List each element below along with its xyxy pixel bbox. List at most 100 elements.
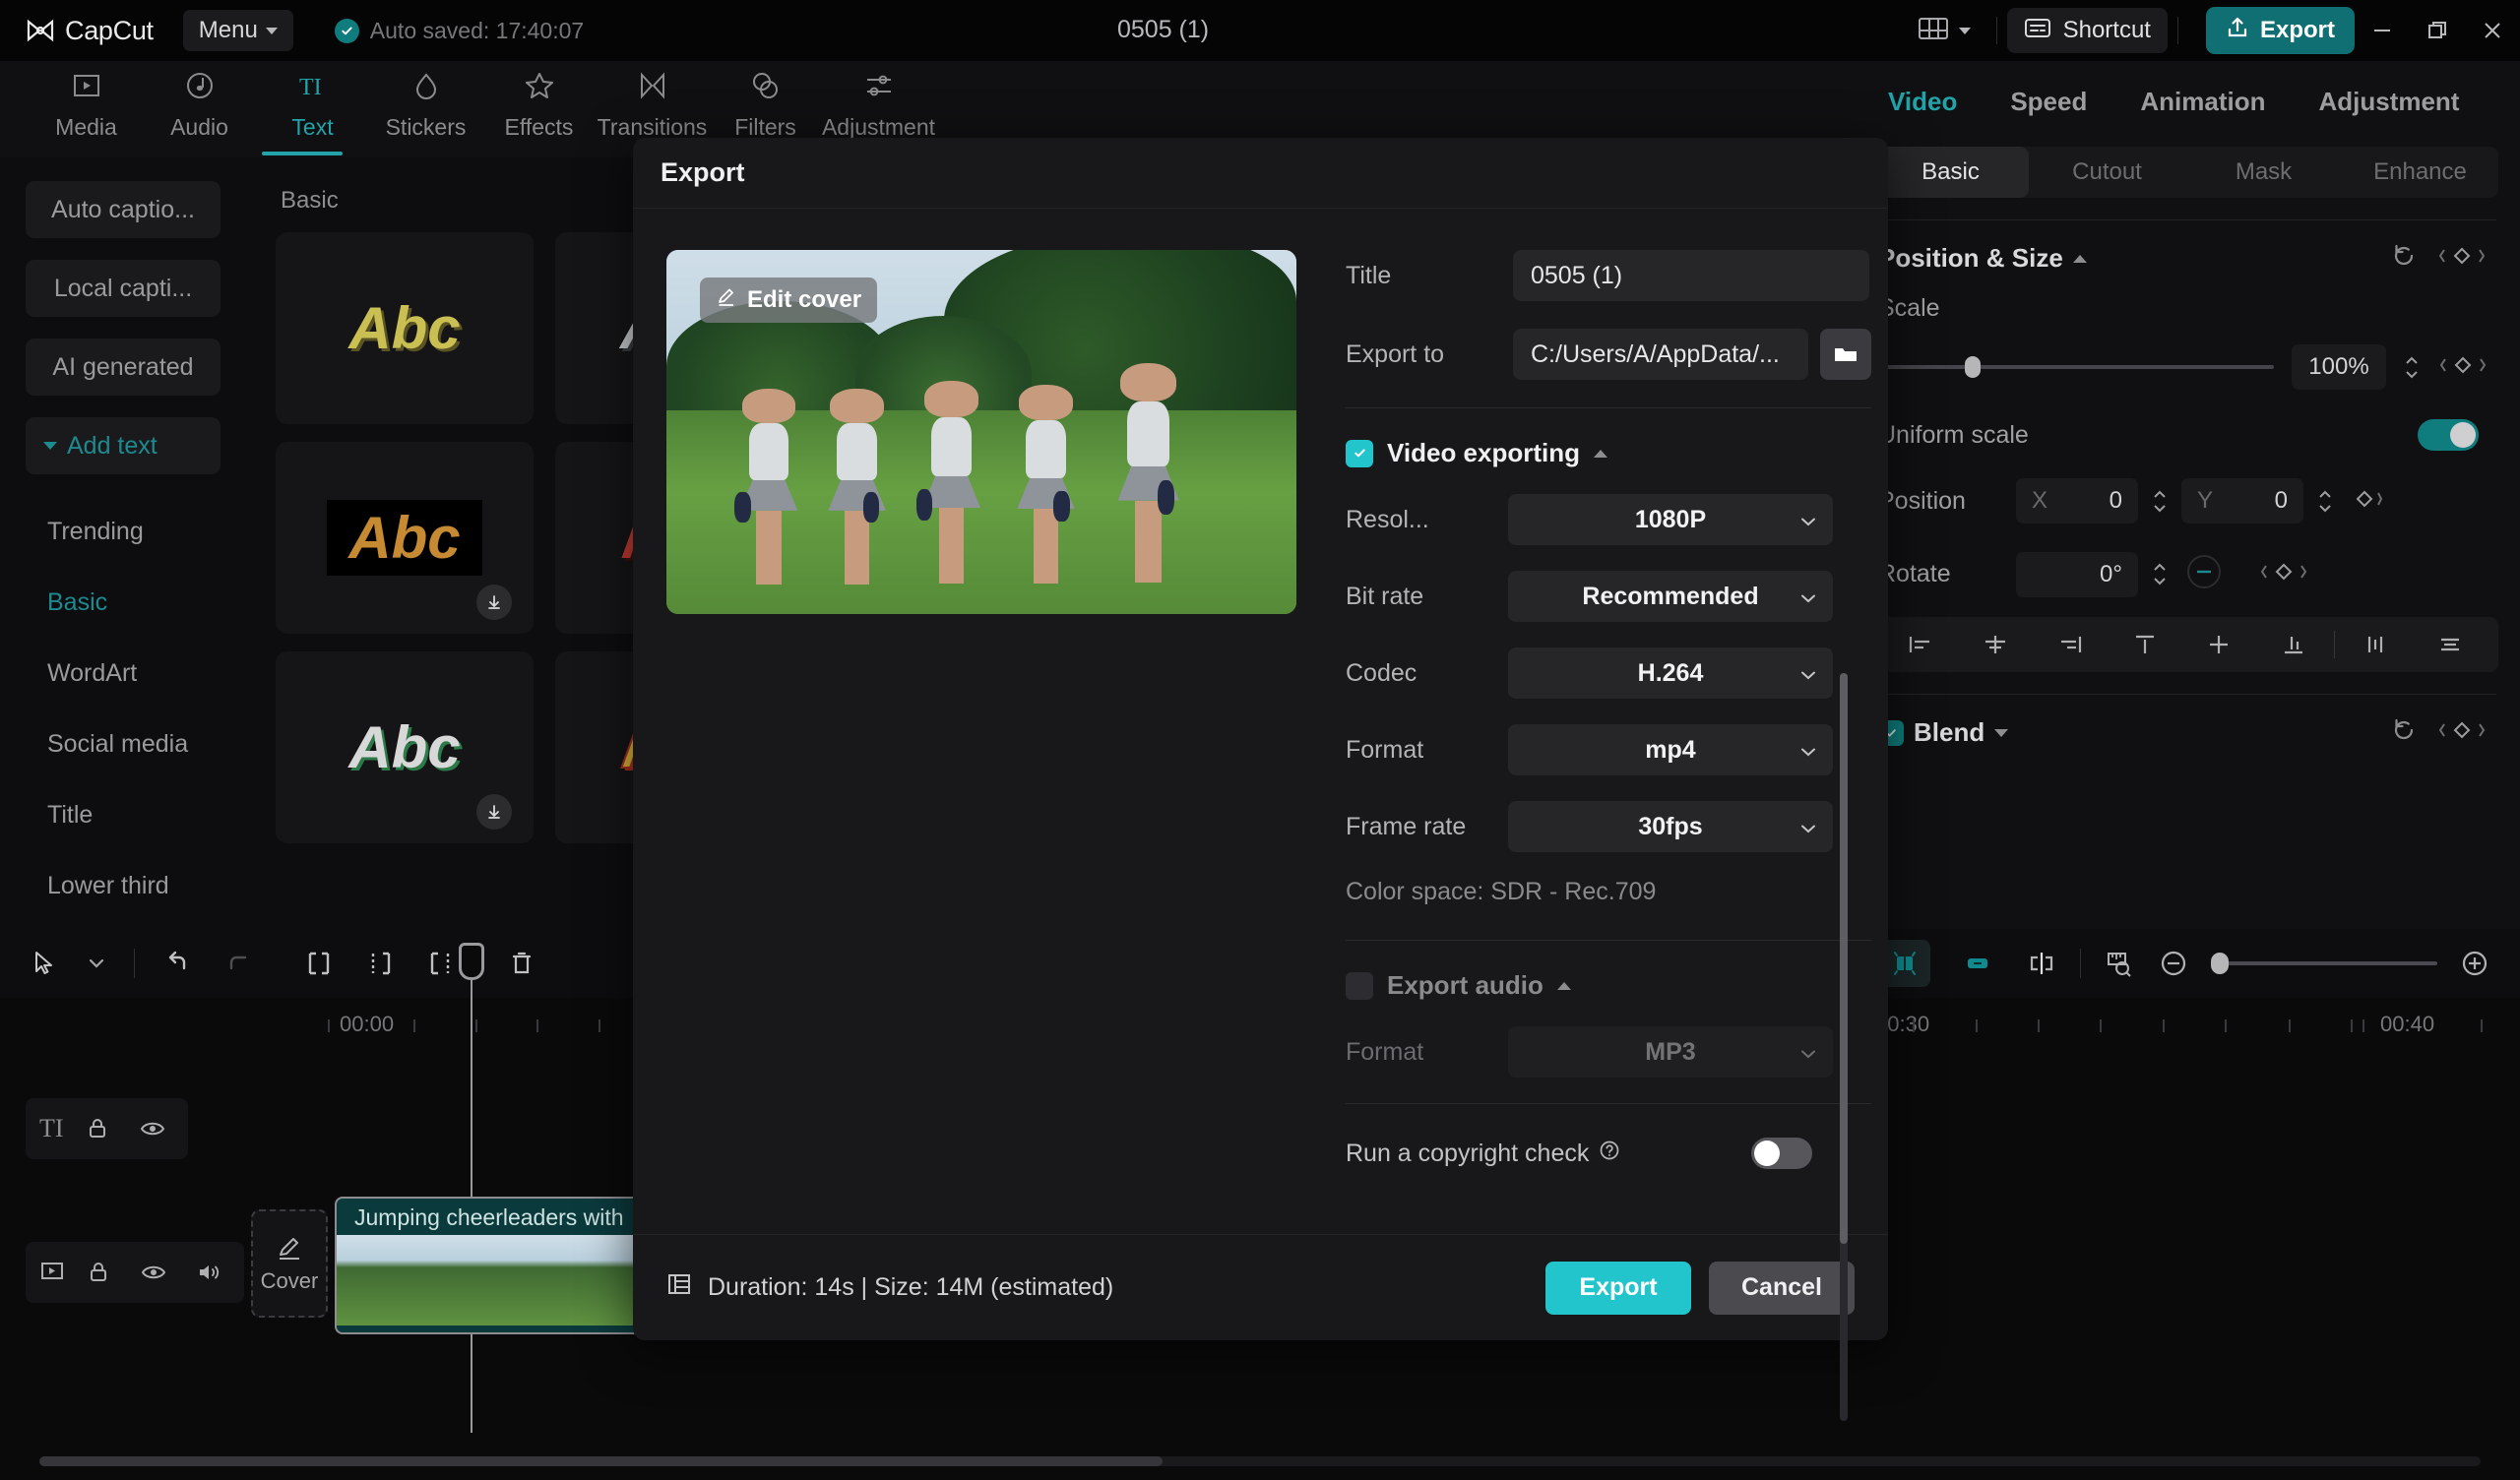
sidebar-item-lower-third[interactable]: Lower third [0,850,246,921]
format-select[interactable]: mp4 [1508,724,1833,775]
maximize-button[interactable] [2410,0,2465,61]
dialog-scrollbar[interactable] [1840,673,1848,1421]
menu-button[interactable]: Menu [183,10,293,51]
chevron-up-icon[interactable] [2073,255,2087,263]
scale-slider[interactable] [1878,365,2274,369]
sidebar-button-add-text[interactable]: Add text [26,417,220,474]
eye-icon[interactable] [131,1107,174,1150]
volume-icon[interactable] [187,1251,230,1294]
timeline-horizontal-scrollbar[interactable] [39,1456,2481,1466]
subtab-basic[interactable]: Basic [1872,147,2029,198]
link-icon[interactable] [1952,940,2003,987]
position-x-stepper[interactable] [2152,490,2168,513]
sidebar-item-trending[interactable]: Trending [0,496,246,567]
delete-icon[interactable] [507,949,536,978]
mirror-split-icon[interactable] [2025,949,2058,978]
shortcut-button[interactable]: Shortcut [2007,8,2168,53]
template-card[interactable]: Abc [276,232,534,424]
cancel-button[interactable]: Cancel [1709,1262,1855,1315]
cover-chip[interactable]: Cover [251,1209,328,1318]
trim-right-icon[interactable] [424,949,458,978]
align-left-icon[interactable] [1886,632,1955,657]
subtab-cutout[interactable]: Cutout [2029,147,2185,198]
scrollbar-thumb[interactable] [1840,673,1848,1244]
keyframe-diamond-icon[interactable] [2435,242,2488,275]
scrollbar-thumb[interactable] [39,1456,1163,1466]
lock-icon[interactable] [77,1251,120,1294]
folder-icon[interactable] [1820,329,1871,380]
bitrate-select[interactable]: Recommended [1508,571,1833,622]
zoom-out-icon[interactable] [2158,948,2189,979]
chevron-down-icon[interactable] [87,956,106,970]
tab-audio[interactable]: Audio [143,61,256,141]
align-right-icon[interactable] [2036,632,2105,657]
keyframe-diamond-icon[interactable] [2437,351,2488,384]
eye-icon[interactable] [132,1251,175,1294]
tab-adjustment[interactable]: Adjustment [822,61,935,141]
sidebar-item-title[interactable]: Title [0,779,246,850]
tab-speed[interactable]: Speed [2010,87,2087,117]
resolution-select[interactable]: 1080P [1508,494,1833,545]
align-middle-vertical-icon[interactable] [2185,632,2254,657]
rotate-value[interactable]: 0° [2016,552,2138,597]
zoom-slider[interactable] [2211,961,2437,965]
position-y-field[interactable]: Y 0 [2181,478,2303,524]
framerate-select[interactable]: 30fps [1508,801,1833,852]
align-bottom-icon[interactable] [2259,632,2328,657]
template-card[interactable]: Abc [276,442,534,634]
tab-stickers[interactable]: Stickers [369,61,482,141]
layout-switcher-button[interactable] [1902,16,1986,46]
chevron-up-icon[interactable] [1557,982,1571,990]
audio-format-select[interactable]: MP3 [1508,1026,1833,1078]
scale-stepper[interactable] [2404,356,2420,379]
tab-video[interactable]: Video [1888,87,1957,117]
redo-icon[interactable] [221,949,253,978]
playhead-handle[interactable] [459,943,484,980]
uniform-scale-toggle[interactable] [2418,419,2479,451]
sidebar-button-auto-captions[interactable]: Auto captio... [26,181,220,238]
edit-cover-button[interactable]: Edit cover [700,278,877,323]
close-button[interactable] [2465,0,2520,61]
lock-icon[interactable] [76,1107,119,1150]
align-center-horizontal-icon[interactable] [1961,632,2030,657]
tab-animation[interactable]: Animation [2140,87,2265,117]
subtab-enhance[interactable]: Enhance [2342,147,2498,198]
ruler-zoom-icon[interactable] [2103,948,2136,979]
subtab-mask[interactable]: Mask [2185,147,2342,198]
minimize-button[interactable] [2355,0,2410,61]
scale-value[interactable]: 100% [2292,344,2386,390]
trim-left-icon[interactable] [363,949,397,978]
tab-text[interactable]: TI Text [256,61,369,141]
export-to-input[interactable]: C:/Users/A/AppData/... [1513,329,1808,380]
cover-preview[interactable]: Edit cover [666,250,1296,614]
undo-icon[interactable] [162,949,194,978]
download-icon[interactable] [476,794,512,830]
keyframe-diamond-icon[interactable] [2258,558,2309,590]
chevron-down-icon[interactable] [1994,729,2008,737]
align-top-icon[interactable] [2110,632,2179,657]
reset-icon[interactable] [2390,242,2418,275]
sidebar-item-basic[interactable]: Basic [0,567,246,638]
copyright-check-toggle[interactable] [1751,1138,1812,1169]
select-cursor-icon[interactable] [30,949,59,978]
export-audio-checkbox[interactable] [1346,972,1373,1000]
codec-select[interactable]: H.264 [1508,648,1833,699]
sidebar-button-local-captions[interactable]: Local capti... [26,260,220,317]
position-x-field[interactable]: X 0 [2016,478,2138,524]
distribute-vertical-icon[interactable] [2416,632,2485,657]
tab-media[interactable]: Media [30,61,143,141]
download-icon[interactable] [476,585,512,620]
tab-transitions[interactable]: Transitions [596,61,709,141]
tab-filters[interactable]: Filters [709,61,822,141]
zoom-slider-handle[interactable] [2211,953,2229,974]
export-confirm-button[interactable]: Export [1545,1262,1691,1315]
position-y-stepper[interactable] [2317,490,2333,513]
tab-effects[interactable]: Effects [482,61,596,141]
chevron-up-icon[interactable] [1594,450,1607,458]
export-button-titlebar[interactable]: Export [2206,7,2355,54]
keyframe-diamond-icon[interactable] [2347,485,2382,518]
title-input[interactable]: 0505 (1) [1513,250,1869,301]
keyframe-diamond-icon[interactable] [2435,716,2488,749]
reset-icon[interactable] [2390,716,2418,749]
rotate-dial-icon[interactable] [2181,549,2227,599]
